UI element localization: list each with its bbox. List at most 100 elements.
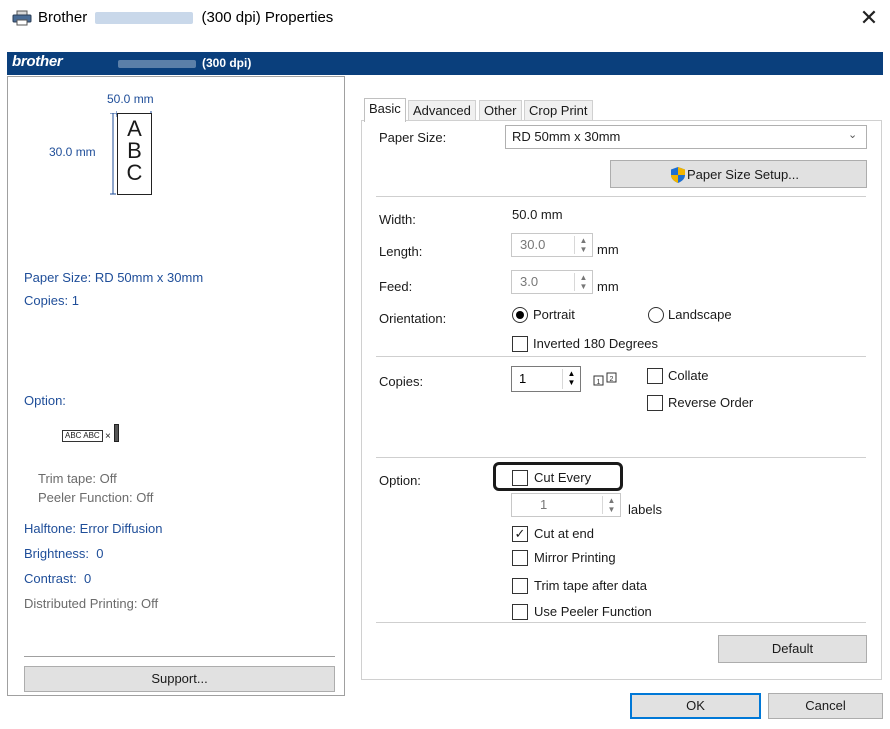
separator-1 <box>376 196 866 197</box>
option-label: Option: <box>379 473 421 488</box>
paper-size-label: Paper Size: <box>379 130 447 145</box>
support-button-label: Support... <box>151 671 208 686</box>
mirror-printing-label[interactable]: Mirror Printing <box>534 550 616 565</box>
copies-spin-arrows[interactable]: ▲ ▼ <box>562 369 580 389</box>
window-title: Brother (300 dpi) Properties <box>38 9 333 26</box>
length-spin-arrows[interactable]: ▲ ▼ <box>574 236 592 254</box>
paper-size-setup-label: Paper Size Setup... <box>687 167 800 182</box>
tab-other[interactable]: Other <box>479 100 522 121</box>
paper-size-setup-button[interactable]: Paper Size Setup... <box>610 160 867 188</box>
brother-logo: brother <box>12 53 63 70</box>
length-label: Length: <box>379 244 423 259</box>
cut-every-label[interactable]: Cut Every <box>534 470 591 485</box>
feed-value: 3.0 <box>520 274 539 289</box>
copies-label: Copies: <box>379 374 424 389</box>
tab-crop-print[interactable]: Crop Print <box>524 100 593 121</box>
feed-spin-arrows[interactable]: ▲ ▼ <box>574 273 592 291</box>
trim-after-checkbox[interactable] <box>512 578 528 594</box>
cut-option-icon: ABC ABC × <box>62 424 122 444</box>
summary-option-label: Option: <box>24 393 66 408</box>
summary-distributed: Distributed Printing: Off <box>24 596 159 611</box>
cut-at-end-label[interactable]: Cut at end <box>534 526 594 541</box>
close-icon[interactable]: ✕ <box>852 4 886 32</box>
preview-letter-b: B <box>127 138 142 163</box>
tab-basic[interactable]: Basic <box>364 98 406 122</box>
length-spinner[interactable]: 30.0 ▲ ▼ <box>511 233 593 257</box>
summary-paper-size: Paper Size: RD 50mm x 30mm <box>24 270 204 285</box>
cut-every-spinner[interactable]: 1 ▲ ▼ <box>511 493 621 517</box>
landscape-label[interactable]: Landscape <box>668 307 732 322</box>
cut-every-spin-arrows[interactable]: ▲ ▼ <box>602 496 620 514</box>
reverse-order-label[interactable]: Reverse Order <box>668 395 753 410</box>
use-peeler-checkbox[interactable] <box>512 604 528 620</box>
width-label: Width: <box>379 212 416 227</box>
preview-height-dimension <box>110 112 116 195</box>
labels-unit: labels <box>628 502 662 517</box>
printer-icon <box>12 10 32 26</box>
support-button[interactable]: Support... <box>24 666 335 692</box>
ok-button-label: OK <box>686 698 705 713</box>
basic-tab-panel <box>361 120 882 680</box>
feed-spinner[interactable]: 3.0 ▲ ▼ <box>511 270 593 294</box>
support-separator <box>24 656 335 657</box>
orientation-label: Orientation: <box>379 311 447 326</box>
collate-label[interactable]: Collate <box>668 368 708 383</box>
chevron-down-icon: ⌄ <box>848 129 858 141</box>
collate-order-icon: 1 2 <box>593 372 621 386</box>
ok-button[interactable]: OK <box>630 693 761 719</box>
scissors-icon: × <box>105 431 111 442</box>
cancel-button-label: Cancel <box>805 698 846 713</box>
copies-value: 1 <box>519 371 527 386</box>
portrait-radio[interactable] <box>512 307 528 323</box>
separator-4 <box>376 622 866 623</box>
preview-letter-a: A <box>127 116 142 141</box>
preview-letter-c: C <box>126 160 143 185</box>
summary-copies: Copies: 1 <box>24 293 79 308</box>
shield-icon <box>670 166 686 184</box>
collate-checkbox[interactable] <box>647 368 663 384</box>
redacted-model-name <box>95 12 194 25</box>
reverse-order-checkbox[interactable] <box>647 395 663 411</box>
portrait-radio-dot <box>516 311 524 319</box>
label-preview: A B C <box>117 113 152 195</box>
inverted-checkbox[interactable] <box>512 336 528 352</box>
default-button-label: Default <box>771 641 814 656</box>
svg-text:2: 2 <box>610 376 614 383</box>
paper-size-value: RD 50mm x 30mm <box>512 129 621 144</box>
use-peeler-label[interactable]: Use Peeler Function <box>534 604 652 619</box>
redacted-model-badge <box>118 60 196 68</box>
feed-label: Feed: <box>379 279 413 294</box>
title-prefix: Brother <box>38 9 88 26</box>
preview-width-dimension <box>115 105 152 117</box>
svg-text:1: 1 <box>597 379 601 386</box>
tab-advanced[interactable]: Advanced <box>408 100 476 121</box>
inverted-label[interactable]: Inverted 180 Degrees <box>533 336 658 351</box>
length-value: 30.0 <box>520 237 546 252</box>
brand-dpi: (300 dpi) <box>202 56 252 70</box>
summary-contrast: Contrast: 0 <box>24 571 92 586</box>
summary-brightness: Brightness: 0 <box>24 546 104 561</box>
cut-every-checkbox[interactable] <box>512 470 528 486</box>
summary-halftone: Halftone: Error Diffusion <box>24 521 163 536</box>
feed-unit: mm <box>597 279 619 294</box>
cut-every-value: 1 <box>540 497 548 512</box>
summary-trim-tape: Trim tape: Off <box>38 471 117 486</box>
length-unit: mm <box>597 242 619 257</box>
title-suffix: (300 dpi) Properties <box>201 9 334 26</box>
default-button[interactable]: Default <box>718 635 867 663</box>
cut-at-end-checkbox[interactable]: ✓ <box>512 526 528 542</box>
preview-width-label: 50.0 mm <box>107 92 154 106</box>
mirror-printing-checkbox[interactable] <box>512 550 528 566</box>
summary-peeler: Peeler Function: Off <box>38 490 154 505</box>
landscape-radio[interactable] <box>648 307 664 323</box>
preview-height-label: 30.0 mm <box>49 145 96 159</box>
separator-3 <box>376 457 866 458</box>
copies-spinner[interactable]: 1 ▲ ▼ <box>511 366 581 392</box>
portrait-label[interactable]: Portrait <box>533 307 575 322</box>
cut-option-icon-text: ABC ABC <box>62 430 103 442</box>
cancel-button[interactable]: Cancel <box>768 693 883 719</box>
cutter-bar-icon <box>114 424 119 442</box>
trim-after-label[interactable]: Trim tape after data <box>534 578 647 593</box>
width-value: 50.0 mm <box>512 207 563 222</box>
separator-2 <box>376 356 866 357</box>
